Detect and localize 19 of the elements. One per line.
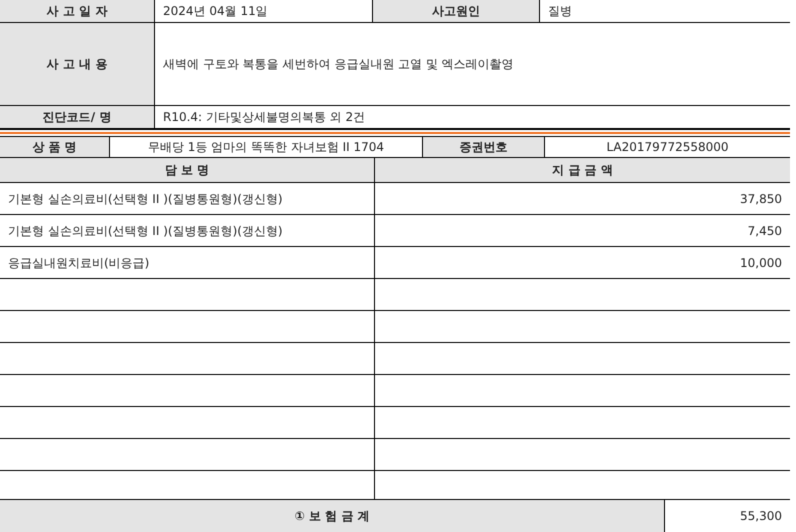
- payment-amount: 7,450: [746, 222, 783, 240]
- field-label: 사 고 내 용: [0, 23, 155, 105]
- field-value: 질병: [547, 3, 573, 20]
- field-value: LA20179772558000: [605, 139, 730, 156]
- payment-amount: 10,000: [739, 254, 783, 272]
- coverage-name: 응급실내원치료비(비응급): [0, 247, 375, 278]
- field-label: 증권번호: [423, 137, 545, 157]
- total-amount: 55,300: [665, 500, 790, 532]
- field-value: 새벽에 구토와 복통을 세번하여 응급실내원 고열 및 엑스레이촬영: [162, 56, 515, 73]
- payment-amount: 37,850: [739, 190, 783, 208]
- coverage-name: 기본형 실손의료비(선택형 II )(질병통원형)(갱신형): [0, 183, 375, 214]
- field-label: 사고원인: [373, 0, 540, 22]
- field-label: 사 고 일 자: [0, 0, 155, 22]
- field-label: 상 품 명: [0, 137, 110, 157]
- column-header: 지 급 금 액: [551, 162, 614, 179]
- column-header: 담 보 명: [0, 158, 375, 182]
- field-value: R10.4: 기타및상세불명의복통 외 2건: [162, 109, 366, 126]
- coverage-name: 기본형 실손의료비(선택형 II )(질병통원형)(갱신형): [0, 215, 375, 246]
- field-label: 진단코드/ 명: [0, 106, 155, 128]
